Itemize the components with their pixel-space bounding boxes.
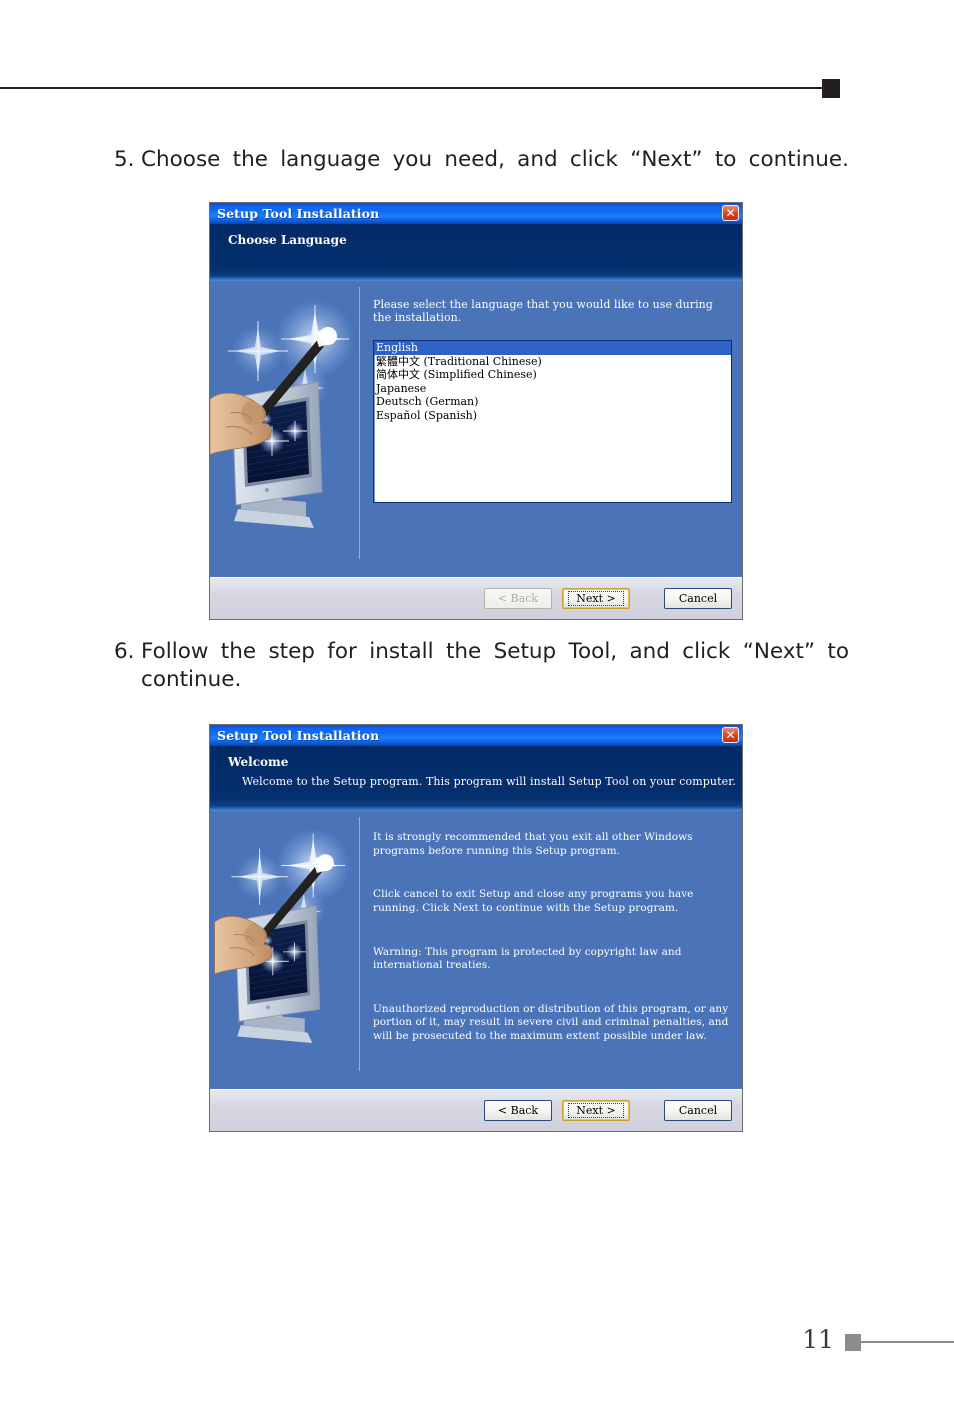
titlebar: Setup Tool Installation ✕ xyxy=(210,725,742,746)
vertical-divider xyxy=(359,287,360,559)
language-option-japanese[interactable]: Japanese xyxy=(374,382,731,396)
page-header-rule xyxy=(0,78,954,100)
language-prompt: Please select the language that you woul… xyxy=(373,298,713,324)
welcome-paragraph-4: Unauthorized reproduction or distributio… xyxy=(373,1002,729,1043)
magic-wand-monitor-icon xyxy=(214,827,351,1043)
welcome-paragraph-2: Click cancel to exit Setup and close any… xyxy=(373,888,694,914)
page-number: 11 xyxy=(802,1325,834,1354)
content-pane: Please select the language that you woul… xyxy=(373,281,732,577)
step-6-text-line-2: continue. xyxy=(141,666,242,692)
dialog-button-bar: < Back Next > Cancel xyxy=(210,1089,742,1131)
setup-dialog-choose-language: Setup Tool Installation ✕ Choose Languag… xyxy=(209,202,743,620)
step-5: 5. Choose the language you need, and cli… xyxy=(114,146,849,174)
step-6-text-line-1: Follow the step for install the Setup To… xyxy=(141,639,849,664)
vertical-divider xyxy=(359,817,360,1071)
language-listbox[interactable]: English 繁體中文 (Traditional Chinese) 简体中文 … xyxy=(373,340,732,503)
window-title: Setup Tool Installation xyxy=(217,728,380,743)
language-option-simplified-chinese[interactable]: 简体中文 (Simplified Chinese) xyxy=(374,368,731,382)
close-icon[interactable]: ✕ xyxy=(722,205,739,221)
page-footer: 11 xyxy=(0,1325,954,1365)
welcome-paragraph-1: It is strongly recommended that you exit… xyxy=(373,831,693,857)
dialog-header-band: Welcome Welcome to the Setup program. Th… xyxy=(210,746,742,811)
content-pane: It is strongly recommended that you exit… xyxy=(373,811,732,1089)
next-button-label: Next > xyxy=(568,1103,624,1118)
language-option-traditional-chinese[interactable]: 繁體中文 (Traditional Chinese) xyxy=(374,355,731,369)
step-6: 6. Follow the step for install the Setup… xyxy=(114,638,849,693)
language-option-english[interactable]: English xyxy=(374,341,731,355)
language-option-german[interactable]: Deutsch (German) xyxy=(374,395,731,409)
back-button[interactable]: < Back xyxy=(484,1100,552,1121)
language-option-spanish[interactable]: Español (Spanish) xyxy=(374,409,731,423)
dialog-header-band: Choose Language xyxy=(210,224,742,281)
dialog-body: Please select the language that you woul… xyxy=(210,281,742,577)
step-5-text: Choose the language you need, and click … xyxy=(141,147,849,172)
dialog-button-bar: < Back Next > Cancel xyxy=(210,577,742,619)
wizard-illustration xyxy=(210,811,360,1089)
close-icon[interactable]: ✕ xyxy=(722,727,739,743)
window-title: Setup Tool Installation xyxy=(217,206,380,221)
next-button[interactable]: Next > xyxy=(562,1100,630,1121)
next-button[interactable]: Next > xyxy=(562,588,630,609)
footer-line xyxy=(859,1341,954,1343)
setup-dialog-welcome: Setup Tool Installation ✕ Welcome Welcom… xyxy=(209,724,743,1132)
dialog-body: It is strongly recommended that you exit… xyxy=(210,811,742,1089)
wizard-illustration xyxy=(210,281,360,577)
dialog-subheading: Welcome to the Setup program. This progr… xyxy=(242,775,736,788)
header-line xyxy=(0,87,826,89)
titlebar: Setup Tool Installation ✕ xyxy=(210,203,742,224)
welcome-paragraph-3: Warning: This program is protected by co… xyxy=(373,945,682,972)
back-button: < Back xyxy=(484,588,552,609)
dialog-heading: Welcome xyxy=(228,755,289,769)
cancel-button[interactable]: Cancel xyxy=(664,588,732,609)
dialog-heading: Choose Language xyxy=(228,233,347,247)
cancel-button[interactable]: Cancel xyxy=(664,1100,732,1121)
step-5-number: 5. xyxy=(114,147,135,172)
magic-wand-monitor-icon xyxy=(210,299,355,528)
header-square-cap xyxy=(822,79,840,98)
step-6-number: 6. xyxy=(114,639,135,664)
next-button-label: Next > xyxy=(568,591,624,606)
